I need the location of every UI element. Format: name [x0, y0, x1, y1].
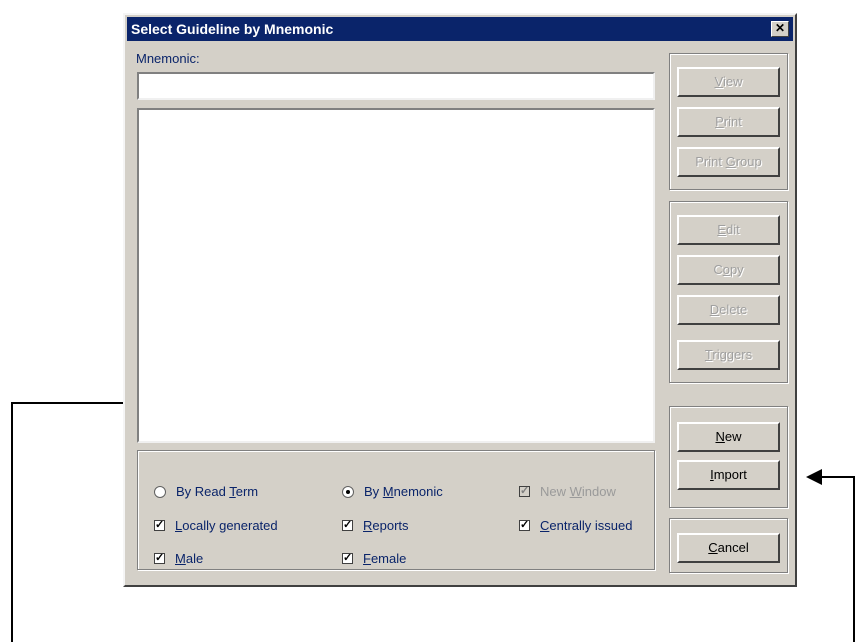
triggers-button[interactable]: Triggers	[677, 340, 780, 370]
view-button[interactable]: View	[677, 67, 780, 97]
close-button[interactable]: ✕	[771, 21, 789, 37]
copy-button[interactable]: Copy	[677, 255, 780, 285]
new-button[interactable]: New	[677, 422, 780, 452]
checkmark-icon: ✓	[342, 519, 353, 531]
dialog-title: Select Guideline by Mnemonic	[131, 21, 334, 37]
edit-button[interactable]: Edit	[677, 215, 780, 245]
checkmark-icon: ✓	[154, 519, 165, 531]
checkmark-icon: ✓	[519, 485, 530, 497]
annotation-line-right-horizontal	[820, 476, 855, 478]
delete-button[interactable]: Delete	[677, 295, 780, 325]
dialog-window: Select Guideline by Mnemonic ✕ Mnemonic:…	[123, 13, 797, 587]
mnemonic-label: Mnemonic:	[136, 51, 200, 66]
mnemonic-input[interactable]	[139, 74, 653, 98]
cancel-button[interactable]: Cancel	[677, 533, 780, 563]
close-icon: ✕	[774, 21, 786, 35]
checkmark-icon: ✓	[519, 519, 530, 531]
radio-circle-selected	[342, 485, 354, 498]
locally-generated-checkbox[interactable]: ✓ Locally generated	[154, 518, 278, 533]
female-checkbox[interactable]: ✓ Female	[342, 551, 406, 566]
title-bar: Select Guideline by Mnemonic ✕	[127, 17, 793, 41]
by-read-term-radio[interactable]: By Read Term	[154, 484, 258, 499]
reports-checkbox[interactable]: ✓ Reports	[342, 518, 409, 533]
checkmark-icon: ✓	[342, 552, 353, 564]
male-checkbox[interactable]: ✓ Male	[154, 551, 203, 566]
checkmark-icon: ✓	[154, 552, 165, 564]
guideline-list[interactable]	[137, 108, 655, 443]
annotation-line-left-vertical	[11, 402, 13, 642]
print-group-button[interactable]: Print Group	[677, 147, 780, 177]
radio-circle	[154, 485, 166, 498]
print-button[interactable]: Print	[677, 107, 780, 137]
import-button[interactable]: Import	[677, 460, 780, 490]
centrally-issued-checkbox[interactable]: ✓ Centrally issued	[519, 518, 633, 533]
options-group: By Read Term By Mnemonic ✓ New Window ✓ …	[137, 450, 655, 570]
new-window-checkbox[interactable]: ✓ New Window	[519, 484, 616, 499]
annotation-line-right-vertical	[853, 476, 855, 642]
annotation-arrowhead-left	[806, 469, 822, 485]
by-mnemonic-radio[interactable]: By Mnemonic	[342, 484, 443, 499]
mnemonic-input-box	[137, 72, 655, 100]
